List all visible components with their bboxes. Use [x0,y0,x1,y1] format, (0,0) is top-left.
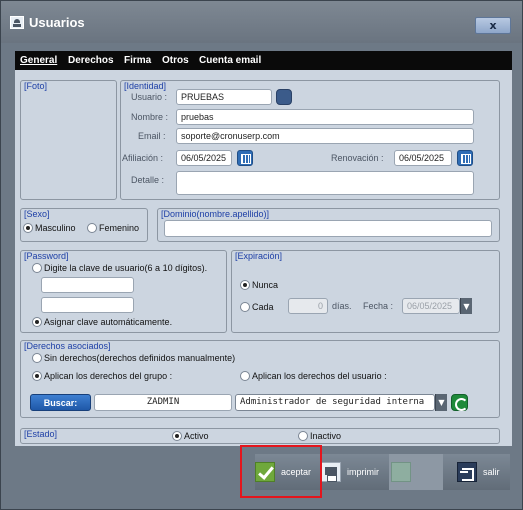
sin-derechos-label: Sin derechos(derechos definidos manualme… [44,353,236,363]
password-field[interactable] [41,277,134,293]
disabled-icon [391,462,411,482]
femenino-radio[interactable] [87,223,97,233]
refresh-icon[interactable] [451,394,468,411]
manual-password-label: Digite la clave de usuario(6 a 10 dígito… [44,263,208,273]
highlight-box [240,445,322,498]
auto-password-radio[interactable] [32,317,42,327]
derechos-label: [Derechos asociados] [24,341,111,351]
tab-bar: General Derechos Firma Otros Cuenta emai… [15,51,512,70]
imprimir-button[interactable]: imprimir [321,454,379,490]
inactivo-radio[interactable] [298,431,308,441]
buscar-button[interactable]: Buscar: [30,394,91,411]
expiracion-group: [Expiración] Nunca Cada 0 días. Fecha : … [231,250,500,333]
nombre-field[interactable]: pruebas [176,109,474,125]
nombre-label: Nombre : [131,112,169,122]
tab-derechos[interactable]: Derechos [65,51,117,70]
sexo-label: [Sexo] [24,209,50,219]
printer-icon [321,462,341,482]
dias-label: días. [332,301,352,311]
usuario-field[interactable]: PRUEBAS [176,89,272,105]
derechos-grupo-radio[interactable] [32,371,42,381]
chevron-down-icon[interactable]: ▼ [435,394,447,411]
password-label: [Password] [24,251,69,261]
disabled-action-button [389,454,443,490]
inactivo-label: Inactivo [310,431,342,441]
general-panel: [Foto] [Identidad] Usuario : PRUEBAS Nom… [15,70,512,446]
afiliacion-date-field[interactable]: 06/05/2025 [176,150,232,166]
tab-cuenta-email[interactable]: Cuenta email [196,51,264,70]
identidad-label: [Identidad] [124,81,167,91]
activo-radio[interactable] [172,431,182,441]
usuario-label: Usuario : [131,92,168,102]
title-bar[interactable]: Usuarios x [1,1,522,43]
exit-icon [457,462,477,482]
foto-label: [Foto] [24,81,48,91]
group-select[interactable]: Administrador de seguridad interna [235,394,435,411]
email-label: Email : [138,131,166,141]
dominio-label: [Dominio(nombre.apellido)] [161,209,270,219]
femenino-label: Femenino [99,223,140,233]
cada-days-field[interactable]: 0 [288,298,328,314]
password-confirm-field[interactable] [41,297,134,313]
sexo-group: [Sexo] Masculino Femenino [20,208,148,242]
sin-derechos-radio[interactable] [32,353,42,363]
auto-password-label: Asignar clave automáticamente. [44,317,173,327]
cada-radio[interactable] [240,302,250,312]
estado-group: [Estado] Activo Inactivo [20,428,500,444]
close-button[interactable]: x [475,17,511,34]
masculino-label: Masculino [35,223,76,233]
foto-group: [Foto] [20,80,117,200]
detalle-field[interactable] [176,171,474,195]
fecha-date-field[interactable]: 06/05/2025 [402,298,460,314]
manual-password-radio[interactable] [32,263,42,273]
imprimir-label: imprimir [347,467,379,477]
password-group: [Password] Digite la clave de usuario(6 … [20,250,227,333]
identidad-group: [Identidad] Usuario : PRUEBAS Nombre : p… [120,80,500,200]
window-title: Usuarios [29,15,85,30]
user-icon [10,16,24,29]
expiracion-label: [Expiración] [235,251,283,261]
calendar-icon[interactable] [237,150,253,166]
salir-label: salir [483,467,500,477]
tab-general[interactable]: General [17,51,60,70]
chevron-down-icon[interactable]: ▼ [460,298,472,314]
estado-label: [Estado] [24,429,58,439]
tab-firma[interactable]: Firma [121,51,154,70]
activo-label: Activo [184,431,209,441]
group-code-field[interactable]: ZADMIN [94,394,232,411]
usuarios-window: Usuarios x General Derechos Firma Otros … [0,0,523,510]
derechos-usuario-radio[interactable] [240,371,250,381]
derechos-usuario-label: Aplican los derechos del usuario : [252,371,387,381]
detalle-label: Detalle : [131,175,165,185]
calendar-icon[interactable] [457,150,473,166]
derechos-group: [Derechos asociados] Sin derechos(derech… [20,340,500,418]
afiliacion-label: Afiliación : [122,153,164,163]
masculino-radio[interactable] [23,223,33,233]
tab-otros[interactable]: Otros [159,51,192,70]
cada-label: Cada [252,302,274,312]
fecha-label: Fecha : [363,301,394,311]
user-lookup-button[interactable] [276,89,292,105]
nunca-label: Nunca [252,280,279,290]
dominio-group: [Dominio(nombre.apellido)] [157,208,500,242]
renovacion-label: Renovación : [331,153,384,163]
email-field[interactable]: soporte@cronuserp.com [176,128,474,144]
salir-button[interactable]: salir [457,454,500,490]
dominio-field[interactable] [164,220,492,237]
derechos-grupo-label: Aplican los derechos del grupo : [44,371,173,381]
nunca-radio[interactable] [240,280,250,290]
renovacion-date-field[interactable]: 06/05/2025 [394,150,452,166]
